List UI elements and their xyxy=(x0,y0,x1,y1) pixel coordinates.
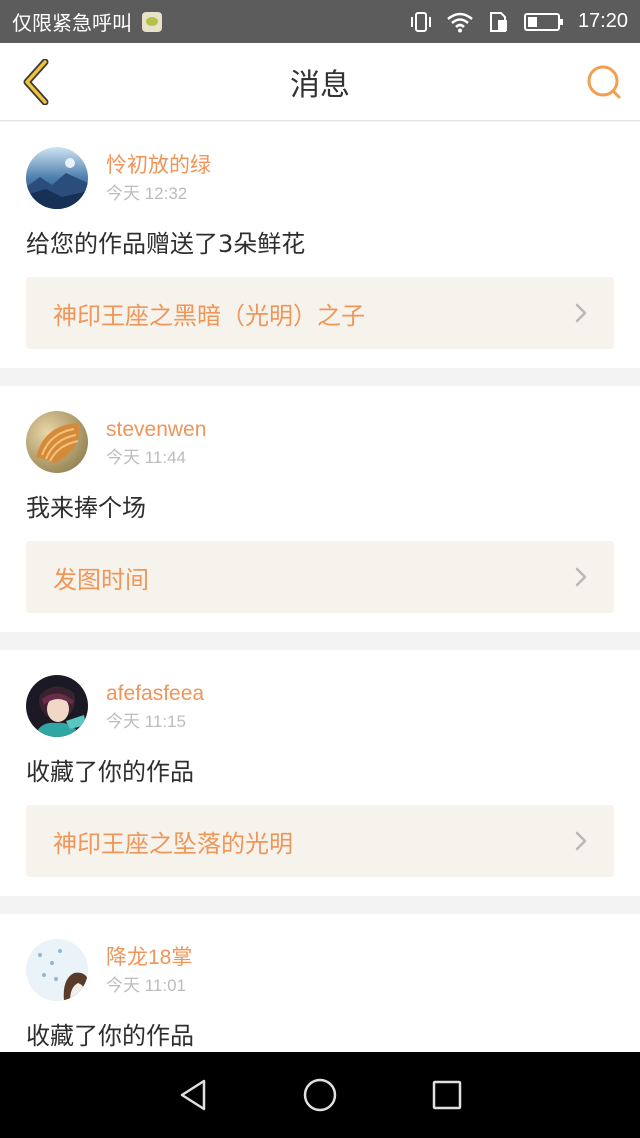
back-button[interactable] xyxy=(14,57,58,107)
username[interactable]: 降龙18掌 xyxy=(106,945,192,971)
top-bar: 消息 xyxy=(0,43,640,121)
avatar[interactable] xyxy=(26,411,88,473)
work-link[interactable]: 发图时间 xyxy=(26,541,614,613)
message-time: 今天 11:01 xyxy=(106,976,187,995)
vibrate-icon xyxy=(410,11,432,33)
search-button[interactable] xyxy=(584,62,624,102)
sim-icon xyxy=(488,11,510,33)
user-meta: 怜初放的绿 今天 12:32 xyxy=(106,147,211,205)
message-time: 今天 11:44 xyxy=(106,448,187,467)
message-card: stevenwen 今天 11:44 我来捧个场 发图时间 xyxy=(0,386,640,632)
carrier-text: 仅限紧急呼叫 xyxy=(12,11,132,35)
message-time: 今天 12:32 xyxy=(106,184,188,203)
avatar[interactable] xyxy=(26,147,88,209)
message-content: 我来捧个场 xyxy=(26,494,146,522)
chevron-right-icon xyxy=(574,566,588,588)
back-triangle-icon xyxy=(181,1079,206,1111)
chevron-right-icon xyxy=(574,830,588,852)
status-bar: 仅限紧急呼叫 17:20 xyxy=(0,0,640,43)
user-meta: afefasfeea 今天 11:15 xyxy=(106,675,204,733)
user-meta: stevenwen 今天 11:44 xyxy=(106,411,206,469)
home-circle-icon xyxy=(303,1078,337,1112)
status-bar-right: 17:20 xyxy=(410,10,628,33)
system-nav-bar xyxy=(0,1052,640,1138)
status-time: 17:20 xyxy=(577,10,628,32)
message-content: 收藏了你的作品 xyxy=(26,758,194,786)
wifi-icon xyxy=(446,11,474,33)
work-title: 神印王座之黑暗（光明）之子 xyxy=(53,301,365,330)
message-card: 降龙18掌 今天 11:01 收藏了你的作品 xyxy=(0,914,640,1052)
work-title: 神印王座之坠落的光明 xyxy=(53,829,293,858)
message-sender: stevenwen 今天 11:44 xyxy=(26,411,206,473)
message-content: 收藏了你的作品 xyxy=(26,1022,194,1050)
message-card: afefasfeea 今天 11:15 收藏了你的作品 神印王座之坠落的光明 xyxy=(0,650,640,896)
chevron-right-icon xyxy=(574,302,588,324)
username[interactable]: afefasfeea xyxy=(106,681,204,707)
search-icon xyxy=(587,65,621,99)
app-root: 仅限紧急呼叫 17:20 消息 怜初放的绿 今天 12:32 给您的作品赠送了3… xyxy=(0,0,640,1138)
message-list[interactable]: 怜初放的绿 今天 12:32 给您的作品赠送了3朵鲜花 神印王座之黑暗（光明）之… xyxy=(0,122,640,1052)
message-time: 今天 11:15 xyxy=(106,712,187,731)
message-sender: 降龙18掌 今天 11:01 xyxy=(26,939,192,1001)
battery-icon xyxy=(523,12,564,32)
app-notification-icon xyxy=(142,11,162,32)
recents-square-icon xyxy=(432,1080,461,1110)
message-sender: afefasfeea 今天 11:15 xyxy=(26,675,204,737)
avatar[interactable] xyxy=(26,939,88,1001)
message-content: 给您的作品赠送了3朵鲜花 xyxy=(26,230,306,258)
nav-home-button[interactable] xyxy=(290,1065,350,1125)
work-link[interactable]: 神印王座之黑暗（光明）之子 xyxy=(26,277,614,349)
username[interactable]: stevenwen xyxy=(106,417,206,443)
work-title: 发图时间 xyxy=(53,565,149,594)
nav-recents-button[interactable] xyxy=(417,1065,477,1125)
nav-back-button[interactable] xyxy=(163,1065,223,1125)
username[interactable]: 怜初放的绿 xyxy=(106,153,211,179)
work-link[interactable]: 神印王座之坠落的光明 xyxy=(26,805,614,877)
message-card: 怜初放的绿 今天 12:32 给您的作品赠送了3朵鲜花 神印王座之黑暗（光明）之… xyxy=(0,122,640,368)
chevron-left-icon xyxy=(23,59,49,105)
avatar[interactable] xyxy=(26,675,88,737)
status-bar-left: 仅限紧急呼叫 xyxy=(12,7,162,36)
message-sender: 怜初放的绿 今天 12:32 xyxy=(26,147,211,209)
user-meta: 降龙18掌 今天 11:01 xyxy=(106,939,192,997)
page-title: 消息 xyxy=(290,68,350,103)
